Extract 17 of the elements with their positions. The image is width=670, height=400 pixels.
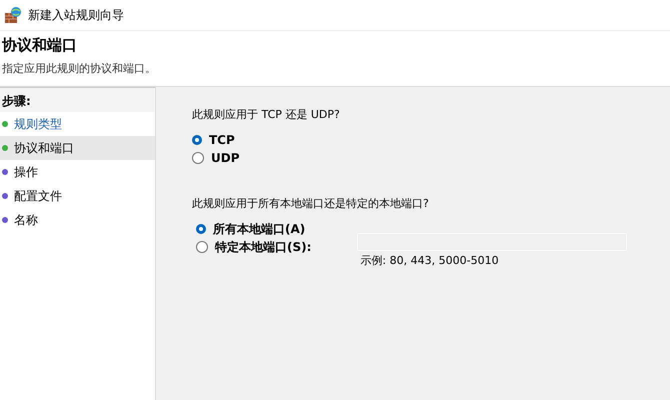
question-text: 此规则应用于 TCP 还是 UDP? <box>192 107 341 122</box>
question-text: 此规则应用于所有本地端口还是特定的本地端口? <box>192 196 430 211</box>
window-title: 新建入站规则向导 <box>28 6 124 24</box>
step-item[interactable]: 协议和端口 <box>0 136 155 160</box>
example-text: 示例: 80, 443, 5000-5010 <box>359 253 500 268</box>
page-subtitle: 指定应用此规则的协议和端口。 <box>2 61 157 76</box>
step-item[interactable]: 名称 <box>0 208 155 232</box>
step-item[interactable]: 规则类型 <box>0 112 155 136</box>
radio-option[interactable]: UDP <box>192 150 670 166</box>
radio-option[interactable]: TCP <box>192 132 670 148</box>
radio-option[interactable]: 特定本地端口(S): <box>196 239 312 255</box>
firewall-icon <box>4 6 22 24</box>
steps-heading: 步骤: <box>0 88 155 112</box>
step-item[interactable]: 操作 <box>0 160 155 184</box>
step-item[interactable]: 配置文件 <box>0 184 155 208</box>
radio-option[interactable]: 所有本地端口(A) <box>196 221 312 237</box>
page-title: 协议和端口 <box>2 36 78 55</box>
